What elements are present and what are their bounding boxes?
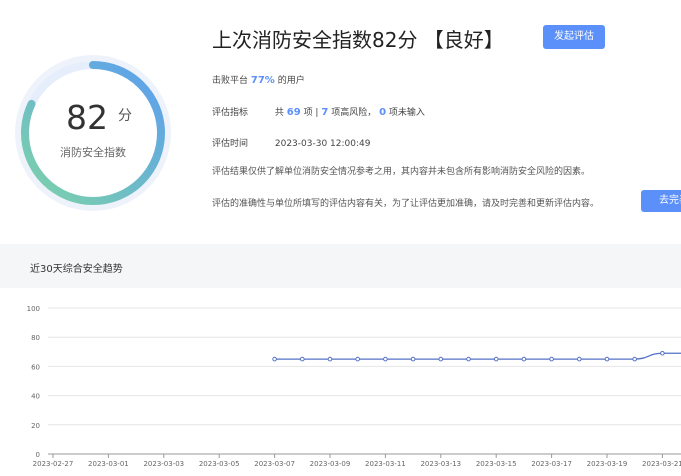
data-point bbox=[521, 356, 527, 362]
data-point bbox=[577, 356, 582, 362]
x-tick-label: 2023-03-17 bbox=[531, 460, 572, 468]
time-value: 2023-03-30 12:00:49 bbox=[274, 139, 371, 149]
y-tick-label: 60 bbox=[31, 363, 40, 371]
indicator-count: 69 bbox=[286, 107, 301, 118]
trend-chart-svg: 0 20 40 60 80 100 2023-02-27 2023-03-01 2023-03-… bbox=[27, 305, 681, 468]
data-point bbox=[410, 356, 416, 362]
y-tick-label: 80 bbox=[31, 334, 40, 342]
y-tick-label: 40 bbox=[31, 393, 40, 401]
data-point bbox=[466, 356, 471, 362]
data-point bbox=[549, 356, 554, 362]
data-point bbox=[493, 356, 499, 362]
data-point bbox=[438, 356, 444, 362]
time-label: 评估时间 bbox=[212, 139, 249, 149]
beat-percent: 77% bbox=[250, 75, 275, 86]
x-tick-label: 2023-03-07 bbox=[254, 460, 295, 468]
data-point bbox=[632, 356, 638, 362]
score-gauge: 82 分 消防安全指数 bbox=[14, 54, 172, 212]
beat-suffix: 的用户 bbox=[277, 76, 305, 86]
indicator-row: 评估指标 共 69 项 | 7 项高风险， 0 项未输入 bbox=[212, 105, 425, 118]
trend-title: 近30天综合安全趋势 bbox=[30, 264, 123, 275]
y-tick-label: 20 bbox=[31, 422, 40, 430]
indicator-label: 评估指标 bbox=[212, 108, 249, 118]
start-evaluation-button[interactable]: 发起评估 bbox=[543, 25, 605, 49]
x-tick-label: 2023-03-15 bbox=[476, 460, 517, 468]
accuracy-note: 评估的准确性与单位所填写的评估内容有关，为了让评估更加准确，请及时完善和更新评估… bbox=[212, 199, 600, 209]
data-point bbox=[300, 356, 305, 362]
y-tick-label: 0 bbox=[36, 451, 40, 459]
complete-info-button[interactable]: 去完善 bbox=[641, 190, 681, 212]
score-panel: 82 分 消防安全指数 上次消防安全指数82分 【良好】 发起评估 击败平台 7… bbox=[0, 0, 681, 232]
missing-count: 0 bbox=[379, 107, 387, 118]
x-tick-label: 2023-03-01 bbox=[88, 460, 129, 468]
data-point bbox=[355, 356, 361, 362]
data-point bbox=[272, 356, 277, 362]
series-line bbox=[274, 352, 681, 360]
page-title: 上次消防安全指数82分 【良好】 bbox=[212, 28, 504, 52]
x-tick-label: 2023-03-21 bbox=[642, 460, 681, 468]
data-point bbox=[383, 356, 388, 362]
high-risk-text: 项高风险， bbox=[331, 108, 377, 118]
score-value: 82 bbox=[66, 98, 108, 137]
score-unit: 分 bbox=[118, 108, 132, 124]
high-risk-count: 7 bbox=[321, 107, 329, 118]
trend-chart: 0 20 40 60 80 100 2023-02-27 2023-03-01 2023-03-… bbox=[0, 290, 681, 476]
x-tick-label: 2023-03-03 bbox=[143, 460, 184, 468]
y-tick-label: 100 bbox=[27, 305, 40, 313]
beat-rate-row: 击败平台 77% 的用户 bbox=[212, 73, 305, 86]
data-point bbox=[604, 356, 610, 362]
x-tick-label: 2023-02-27 bbox=[33, 460, 74, 468]
x-tick-label: 2023-03-05 bbox=[199, 460, 240, 468]
gauge-label: 消防安全指数 bbox=[60, 146, 126, 159]
x-tick-label: 2023-03-11 bbox=[365, 460, 406, 468]
data-point bbox=[660, 350, 665, 356]
indicator-mid: 项 | bbox=[303, 108, 319, 118]
disclaimer-note: 评估结果仅供了解单位消防安全情况参考之用，其内容并未包含所有影响消防安全风险的因… bbox=[212, 167, 591, 177]
x-tick-label: 2023-03-19 bbox=[587, 460, 628, 468]
indicator-prefix: 共 bbox=[274, 108, 284, 118]
beat-prefix: 击败平台 bbox=[212, 76, 249, 86]
time-row: 评估时间 2023-03-30 12:00:49 bbox=[212, 136, 370, 149]
missing-text: 项未输入 bbox=[388, 108, 425, 118]
x-tick-label: 2023-03-09 bbox=[310, 460, 351, 468]
data-point bbox=[327, 356, 333, 362]
x-tick-label: 2023-03-13 bbox=[420, 460, 461, 468]
